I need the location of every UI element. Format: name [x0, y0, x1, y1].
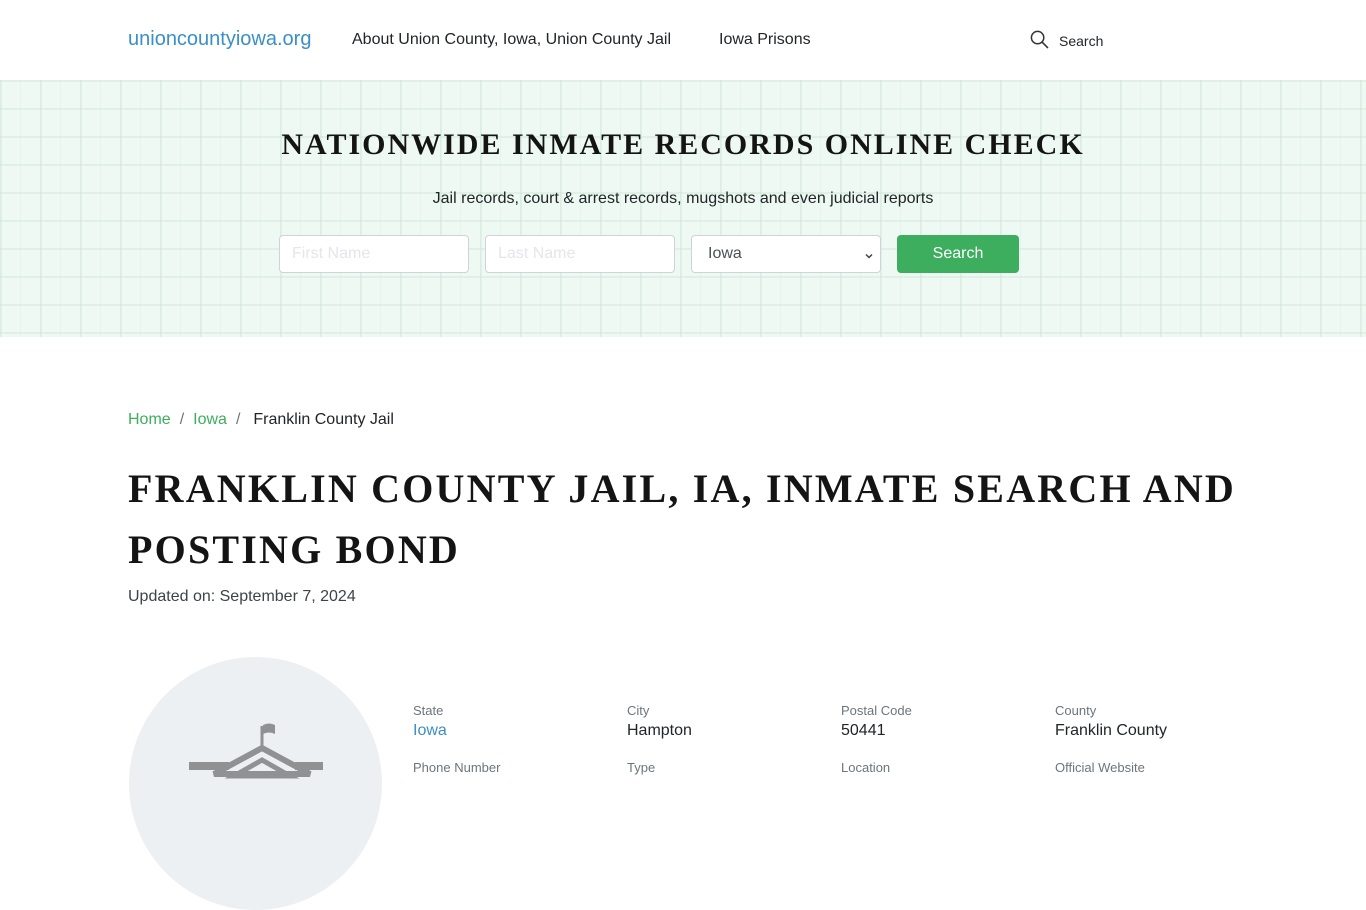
page-title: FRANKLIN COUNTY JAIL, IA, INMATE SEARCH … — [128, 466, 1237, 572]
jail-building-icon — [189, 723, 323, 779]
county-value: Franklin County — [1055, 722, 1168, 739]
facility-info-grid: State Iowa City Hampton Postal Code 5044… — [413, 702, 1273, 776]
state-link[interactable]: Iowa — [413, 722, 447, 739]
breadcrumb-separator: / — [235, 411, 241, 428]
state-select-value: Iowa — [708, 245, 742, 262]
last-name-input[interactable] — [485, 235, 675, 273]
chevron-down-icon — [864, 248, 874, 259]
hero-search-section: NATIONWIDE INMATE RECORDS ONLINE CHECK J… — [0, 80, 1366, 337]
breadcrumb: Home / Iowa / Franklin County Jail — [128, 411, 394, 429]
facility-image — [129, 657, 382, 910]
breadcrumb-iowa[interactable]: Iowa — [193, 411, 227, 429]
postal-code-value: 50441 — [841, 722, 886, 739]
first-name-input[interactable] — [279, 235, 469, 273]
breadcrumb-separator: / — [179, 411, 185, 428]
inmate-search-form: Iowa Search — [279, 235, 1019, 273]
hero-title: NATIONWIDE INMATE RECORDS ONLINE CHECK — [281, 128, 1085, 161]
info-label: County — [1055, 703, 1097, 718]
info-item-state: State Iowa — [413, 702, 627, 743]
search-icon — [1030, 30, 1049, 52]
state-select[interactable]: Iowa — [691, 235, 881, 273]
info-label: City — [627, 703, 650, 718]
breadcrumb-home[interactable]: Home — [128, 411, 171, 429]
nav-link-iowa-prisons[interactable]: Iowa Prisons — [719, 31, 811, 49]
city-value: Hampton — [627, 722, 692, 739]
nav-search-label: Search — [1059, 33, 1104, 49]
search-submit-button[interactable]: Search — [897, 235, 1019, 273]
nav-search-button[interactable]: Search — [1030, 30, 1103, 52]
info-item-postal-code: Postal Code 50441 — [841, 702, 1055, 743]
top-navbar: unioncountyiowa.org About Union County, … — [0, 0, 1366, 80]
breadcrumb-current: Franklin County Jail — [253, 411, 394, 428]
info-label: State — [413, 703, 444, 718]
info-label: Postal Code — [841, 703, 912, 718]
info-item-county: County Franklin County — [1055, 702, 1269, 743]
updated-date: Updated on: September 7, 2024 — [128, 588, 356, 605]
info-item-city: City Hampton — [627, 702, 841, 743]
nav-link-about[interactable]: About Union County, Iowa, Union County J… — [352, 31, 671, 49]
hero-subtitle: Jail records, court & arrest records, mu… — [432, 190, 934, 207]
site-brand-link[interactable]: unioncountyiowa.org — [128, 28, 311, 51]
